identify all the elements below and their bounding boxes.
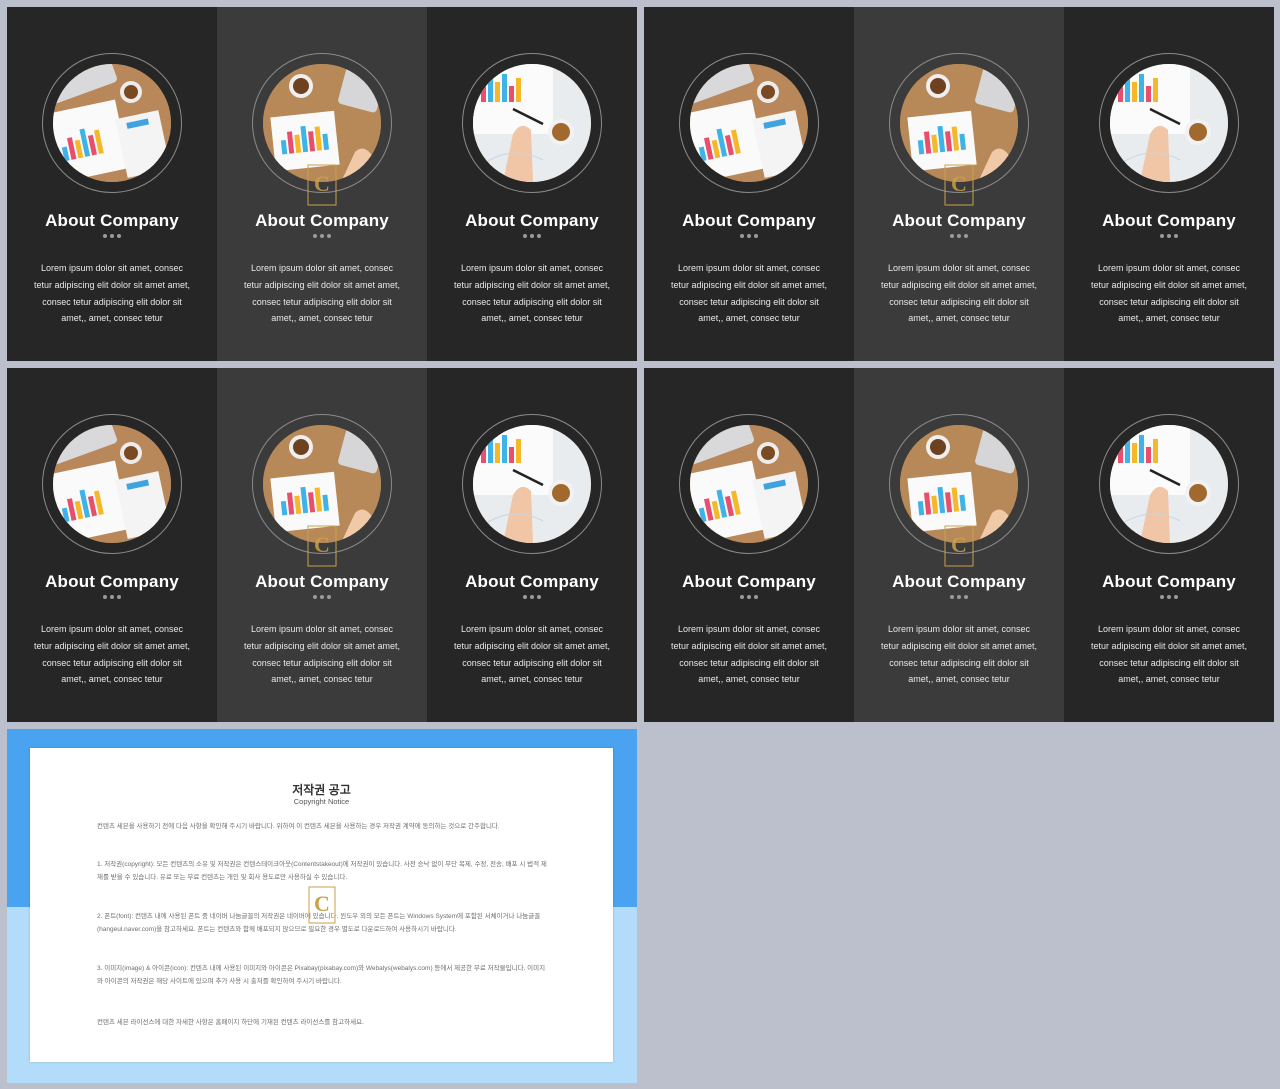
svg-text:C: C	[314, 891, 330, 916]
column-title: About Company	[465, 211, 599, 230]
company-column: About Company Lorem ipsum dolor sit amet,…	[1064, 7, 1274, 361]
slide-thumbnail[interactable]: About Company Lorem ipsum dolor sit amet,…	[644, 368, 1274, 722]
svg-text:C: C	[314, 171, 330, 196]
dots-divider	[740, 595, 758, 599]
watermark-logo-icon: C	[944, 164, 974, 206]
slide-thumbnail[interactable]: About Company Lorem ipsum dolor sit amet,…	[7, 7, 637, 361]
company-column: About Company Lorem ipsum dolor sit amet,…	[644, 368, 854, 722]
watermark-logo-icon: C	[307, 525, 337, 567]
column-title: About Company	[1102, 572, 1236, 591]
notice-paragraph: 컨텐츠 세븐 라이선스에 대한 자세한 사항은 홈페이지 하단에 기재된 컨텐츠…	[97, 1019, 364, 1026]
column-title: About Company	[465, 572, 599, 591]
column-body-text: Lorem ipsum dolor sit amet, consec tetur…	[880, 624, 1038, 685]
column-title: About Company	[892, 572, 1026, 591]
notice-paragraph: 컨텐츠 세븐을 사용하기 전에 다음 사항을 확인해 주시기 바랍니다. 위하여…	[97, 823, 500, 830]
column-body-text: Lorem ipsum dolor sit amet, consec tetur…	[453, 624, 611, 685]
dots-divider	[103, 595, 121, 599]
company-column: About Company Lorem ipsum dolor sit amet,…	[217, 7, 427, 361]
column-title: About Company	[255, 211, 389, 230]
company-column: About Company Lorem ipsum dolor sit amet,…	[1064, 368, 1274, 722]
svg-text:C: C	[314, 532, 330, 557]
company-column: About Company Lorem ipsum dolor sit amet,…	[854, 7, 1064, 361]
column-body-text: Lorem ipsum dolor sit amet, consec tetur…	[453, 263, 611, 324]
notice-title: 저작권 공고	[292, 783, 351, 797]
column-body-text: Lorem ipsum dolor sit amet, consec tetur…	[243, 624, 401, 685]
photo-ring	[462, 414, 602, 554]
column-title: About Company	[45, 572, 179, 591]
slide-thumbnail[interactable]: About Company Lorem ipsum dolor sit amet,…	[7, 368, 637, 722]
photo-ring	[679, 53, 819, 193]
photo-ring	[462, 53, 602, 193]
photo-ring	[1099, 53, 1239, 193]
notice-subtitle: Copyright Notice	[293, 797, 350, 806]
desk-photo-icon	[473, 64, 591, 182]
dots-divider	[740, 234, 758, 238]
desk-photo-icon	[53, 64, 171, 182]
company-column: About Company Lorem ipsum dolor sit amet,…	[217, 368, 427, 722]
column-title: About Company	[682, 211, 816, 230]
column-body-text: Lorem ipsum dolor sit amet, consec tetur…	[670, 263, 828, 324]
column-body-text: Lorem ipsum dolor sit amet, consec tetur…	[880, 263, 1038, 324]
watermark-logo-icon: C	[307, 164, 337, 206]
company-column: About Company Lorem ipsum dolor sit amet,…	[7, 368, 217, 722]
column-body-text: Lorem ipsum dolor sit amet, consec tetur…	[243, 263, 401, 324]
slide-thumbnail[interactable]: About Company Lorem ipsum dolor sit amet,…	[644, 7, 1274, 361]
column-body-text: Lorem ipsum dolor sit amet, consec tetur…	[670, 624, 828, 685]
desk-photo-icon	[690, 425, 808, 543]
dots-divider	[523, 234, 541, 238]
desk-photo-icon	[1110, 64, 1228, 182]
column-title: About Company	[45, 211, 179, 230]
column-body-text: Lorem ipsum dolor sit amet, consec tetur…	[1090, 263, 1248, 324]
column-body-text: Lorem ipsum dolor sit amet, consec tetur…	[33, 263, 191, 324]
company-column: About Company Lorem ipsum dolor sit amet,…	[7, 7, 217, 361]
company-column: About Company Lorem ipsum dolor sit amet,…	[427, 368, 637, 722]
column-body-text: Lorem ipsum dolor sit amet, consec tetur…	[1090, 624, 1248, 685]
column-title: About Company	[1102, 211, 1236, 230]
dots-divider	[313, 595, 331, 599]
watermark-logo-icon: C	[944, 525, 974, 567]
dots-divider	[313, 234, 331, 238]
photo-ring	[1099, 414, 1239, 554]
dots-divider	[523, 595, 541, 599]
notice-paper: 저작권 공고 Copyright Notice 컨텐츠 세븐을 사용하기 전에 …	[30, 748, 613, 1062]
column-title: About Company	[255, 572, 389, 591]
photo-ring	[42, 53, 182, 193]
desk-photo-icon	[53, 425, 171, 543]
svg-text:C: C	[951, 171, 967, 196]
column-body-text: Lorem ipsum dolor sit amet, consec tetur…	[33, 624, 191, 685]
svg-text:C: C	[951, 532, 967, 557]
notice-paragraph: 3. 이미지(image) & 아이콘(icon): 컨텐츠 내에 사용된 이미…	[97, 965, 546, 985]
company-column: About Company Lorem ipsum dolor sit amet,…	[854, 368, 1064, 722]
dots-divider	[950, 234, 968, 238]
dots-divider	[1160, 595, 1178, 599]
dots-divider	[103, 234, 121, 238]
photo-ring	[679, 414, 819, 554]
copyright-notice-slide[interactable]: 저작권 공고 Copyright Notice 컨텐츠 세븐을 사용하기 전에 …	[7, 729, 637, 1083]
dots-divider	[1160, 234, 1178, 238]
notice-paragraph: 1. 저작권(copyright): 모든 컨텐츠의 소유 및 저작권은 컨텐스…	[97, 861, 547, 881]
company-column: About Company Lorem ipsum dolor sit amet,…	[644, 7, 854, 361]
photo-ring	[42, 414, 182, 554]
watermark-logo-icon: C	[308, 886, 336, 924]
desk-photo-icon	[473, 425, 591, 543]
dots-divider	[950, 595, 968, 599]
desk-photo-icon	[690, 64, 808, 182]
desk-photo-icon	[1110, 425, 1228, 543]
column-title: About Company	[682, 572, 816, 591]
column-title: About Company	[892, 211, 1026, 230]
company-column: About Company Lorem ipsum dolor sit amet,…	[427, 7, 637, 361]
